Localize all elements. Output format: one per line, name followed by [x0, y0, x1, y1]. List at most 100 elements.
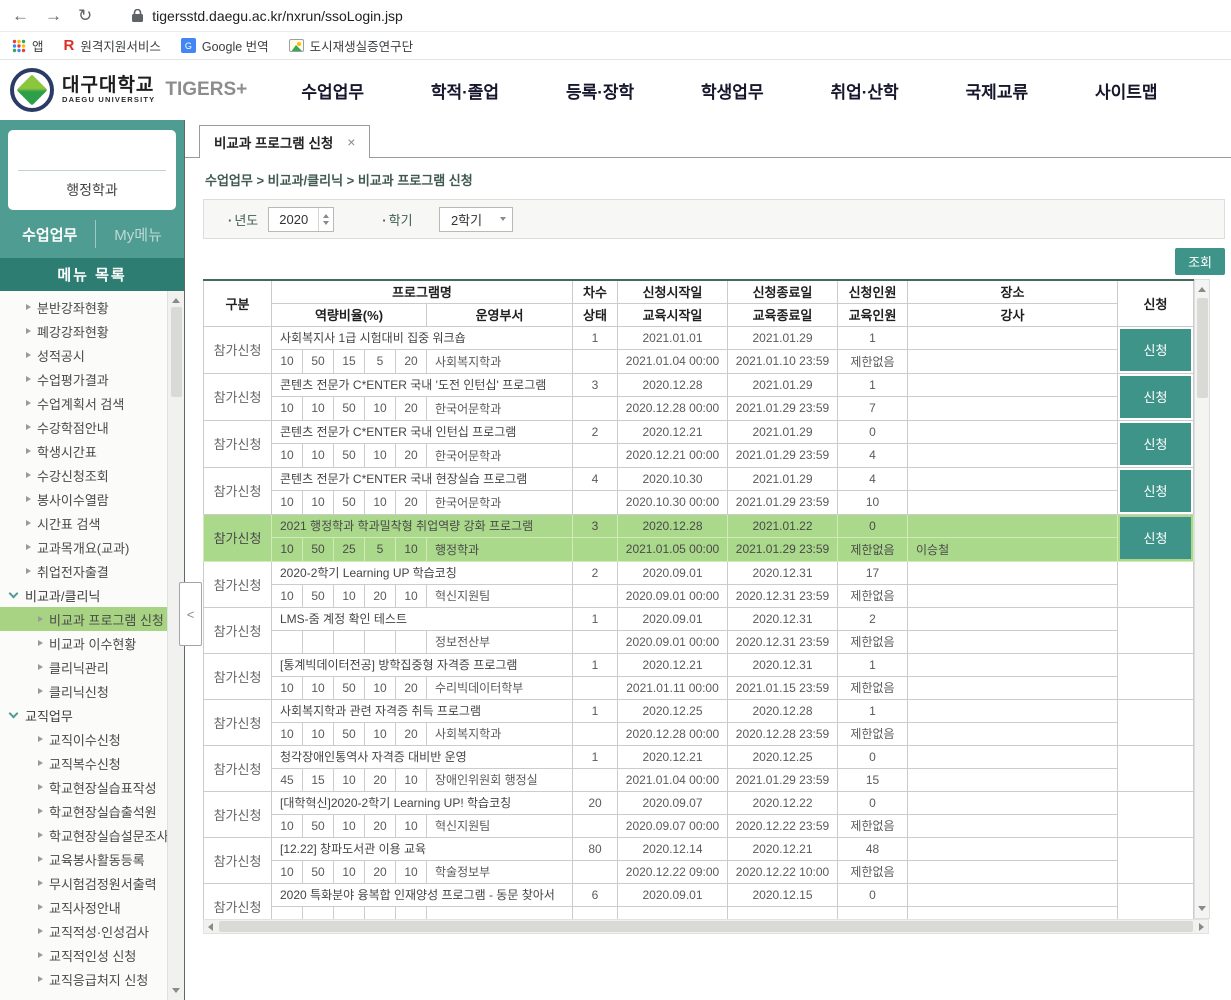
reload-icon[interactable]: ↻: [78, 6, 92, 26]
table-row[interactable]: 1010501020사회복지학과2020.12.28 00:002020.12.…: [204, 722, 1194, 745]
table-row[interactable]: 참가신청LMS-줌 계정 확인 테스트12020.09.012020.12.31…: [204, 607, 1194, 630]
scroll-thumb[interactable]: [1197, 298, 1208, 398]
table-row[interactable]: 참가신청[통계빅데이터전공] 방학집중형 자격증 프로그램12020.12.21…: [204, 653, 1194, 676]
scroll-left-icon[interactable]: [208, 923, 213, 931]
sidebar-item-8[interactable]: 봉사이수열람: [0, 487, 167, 511]
lock-icon: [132, 9, 143, 22]
sidebar-item-15[interactable]: 클리닉관리: [0, 655, 167, 679]
sidebar-item-16[interactable]: 클리닉신청: [0, 679, 167, 703]
semester-select[interactable]: 2학기: [439, 207, 513, 232]
apply-button[interactable]: 신청: [1120, 470, 1191, 512]
sidebar-item-5[interactable]: 수강학점안내: [0, 415, 167, 439]
table-row[interactable]: 105015520사회복지학과2021.01.04 00:002021.01.1…: [204, 350, 1194, 374]
sidebar-collapse-handle[interactable]: <: [179, 582, 202, 646]
table-row[interactable]: 참가신청[12.22] 창파도서관 이용 교육802020.12.142020.…: [204, 837, 1194, 860]
sidebar-item-21[interactable]: 학교현장실습출석원: [0, 799, 167, 823]
sidebar-item-3[interactable]: 수업평가결과: [0, 367, 167, 391]
cell-edu-end: 2020.12.22 23:59: [728, 814, 838, 837]
table-row[interactable]: 1010501020한국어문학과2020.12.21 00:002021.01.…: [204, 444, 1194, 468]
address-bar[interactable]: tigersstd.daegu.ac.kr/nxrun/ssoLogin.jsp: [132, 8, 403, 24]
sidebar-item-17[interactable]: 교직업무: [0, 703, 167, 727]
spin-up-icon[interactable]: [323, 214, 329, 218]
sidebar-tab-work[interactable]: 수업업무: [22, 224, 77, 245]
spin-down-icon[interactable]: [323, 221, 329, 225]
sidebar-item-7[interactable]: 수강신청조회: [0, 463, 167, 487]
apply-button[interactable]: 신청: [1120, 329, 1191, 371]
nav-item-2[interactable]: 등록·장학: [566, 78, 634, 103]
bookmark-1[interactable]: R원격지원서비스: [64, 36, 161, 55]
university-logo[interactable]: 대구대학교 DAEGU UNIVERSITY TIGERS+: [0, 68, 248, 112]
back-icon[interactable]: ←: [12, 6, 29, 26]
forward-icon[interactable]: →: [45, 6, 62, 26]
sidebar-item-25[interactable]: 교직사정안내: [0, 895, 167, 919]
sidebar-item-13[interactable]: 비교과 프로그램 신청: [0, 607, 167, 631]
sidebar-item-18[interactable]: 교직이수신청: [0, 727, 167, 751]
sidebar-item-27[interactable]: 교직적인성 신청: [0, 943, 167, 967]
table-row[interactable]: 1010501020한국어문학과2020.10.30 00:002021.01.…: [204, 491, 1194, 515]
apply-button[interactable]: 신청: [1120, 423, 1191, 465]
scroll-up-icon[interactable]: [172, 298, 180, 303]
sidebar-item-28[interactable]: 교직응급처지 신청: [0, 967, 167, 991]
sidebar-item-22[interactable]: 학교현장실습설문조사: [0, 823, 167, 847]
sidebar-item-23[interactable]: 교육봉사활동등록: [0, 847, 167, 871]
nav-item-3[interactable]: 학생업무: [701, 78, 764, 103]
sidebar-item-0[interactable]: 분반강좌현황: [0, 295, 167, 319]
sidebar-item-6[interactable]: 학생시간표: [0, 439, 167, 463]
nav-item-0[interactable]: 수업업무: [301, 78, 364, 103]
bookmark-3[interactable]: 도시재생실증연구단: [289, 36, 414, 55]
table-row[interactable]: 참가신청콘텐츠 전문가 C*ENTER 국내 현장실습 프로그램42020.10…: [204, 467, 1194, 491]
apply-button[interactable]: 신청: [1120, 517, 1191, 559]
table-row[interactable]: [204, 906, 1194, 919]
nav-item-1[interactable]: 학적·졸업: [431, 78, 499, 103]
year-spinner[interactable]: [318, 208, 333, 231]
apply-button[interactable]: 신청: [1120, 376, 1191, 418]
table-row[interactable]: 1050102010학술정보부2020.12.22 09:002020.12.2…: [204, 860, 1194, 883]
table-row[interactable]: 참가신청2020-2학기 Learning UP 학습코칭22020.09.01…: [204, 561, 1194, 584]
sidebar-item-9[interactable]: 시간표 검색: [0, 511, 167, 535]
scroll-down-icon[interactable]: [1198, 906, 1206, 911]
sidebar-item-1[interactable]: 폐강강좌현황: [0, 319, 167, 343]
table-row[interactable]: 정보전산부2020.09.01 00:002020.12.31 23:59제한없…: [204, 630, 1194, 653]
table-row[interactable]: 4515102010장애인위원회 행정실2021.01.04 00:002021…: [204, 768, 1194, 791]
sidebar-item-11[interactable]: 취업전자출결: [0, 559, 167, 583]
table-row[interactable]: 1050102010혁신지원팀2020.09.07 00:002020.12.2…: [204, 814, 1194, 837]
table-row[interactable]: 참가신청2020 특화분야 융복합 인재양성 프로그램 - 동문 찾아서6202…: [204, 883, 1194, 906]
sidebar-item-14[interactable]: 비교과 이수현황: [0, 631, 167, 655]
sidebar-item-19[interactable]: 교직복수신청: [0, 751, 167, 775]
nav-item-4[interactable]: 취업·산학: [830, 78, 898, 103]
table-row[interactable]: 참가신청청각장애인통역사 자격증 대비반 운영12020.12.212020.1…: [204, 745, 1194, 768]
table-row[interactable]: 105025510행정학과2021.01.05 00:002021.01.29 …: [204, 538, 1194, 562]
scroll-right-icon[interactable]: [1199, 923, 1204, 931]
scroll-up-icon[interactable]: [1198, 287, 1206, 292]
table-horizontal-scrollbar[interactable]: [203, 919, 1209, 934]
table-row[interactable]: 참가신청콘텐츠 전문가 C*ENTER 국내 인턴십 프로그램22020.12.…: [204, 420, 1194, 444]
table-row[interactable]: 참가신청사회복지학과 관련 자격증 취득 프로그램12020.12.252020…: [204, 699, 1194, 722]
sidebar-item-26[interactable]: 교직적성·인성검사: [0, 919, 167, 943]
sidebar-item-2[interactable]: 성적공시: [0, 343, 167, 367]
table-row[interactable]: 1050102010혁신지원팀2020.09.01 00:002020.12.3…: [204, 584, 1194, 607]
nav-item-5[interactable]: 국제교류: [966, 78, 1029, 103]
sidebar-item-20[interactable]: 학교현장실습표작성: [0, 775, 167, 799]
scroll-thumb[interactable]: [219, 921, 1193, 932]
sidebar-item-24[interactable]: 무시험검정원서출력: [0, 871, 167, 895]
table-row[interactable]: 참가신청[대학혁신]2020-2학기 Learning UP! 학습코칭2020…: [204, 791, 1194, 814]
nav-item-6[interactable]: 사이트맵: [1095, 78, 1158, 103]
table-row[interactable]: 참가신청콘텐츠 전문가 C*ENTER 국내 '도전 인턴십' 프로그램3202…: [204, 373, 1194, 397]
bookmark-0[interactable]: 앱: [12, 36, 44, 55]
table-vertical-scrollbar[interactable]: [1194, 279, 1210, 919]
scroll-down-icon[interactable]: [172, 988, 180, 993]
year-input[interactable]: 2020: [268, 207, 334, 232]
table-row[interactable]: 참가신청사회복지사 1급 시험대비 집중 워크숍12021.01.012021.…: [204, 326, 1194, 350]
sidebar-item-12[interactable]: 비교과/클리닉: [0, 583, 167, 607]
sidebar-item-10[interactable]: 교과목개요(교과): [0, 535, 167, 559]
scroll-thumb[interactable]: [171, 307, 182, 397]
tab-noncurricular-apply[interactable]: 비교과 프로그램 신청 ×: [199, 125, 370, 158]
sidebar-tab-mymenu[interactable]: My메뉴: [114, 224, 162, 245]
table-row[interactable]: 1010501020한국어문학과2020.12.28 00:002021.01.…: [204, 397, 1194, 421]
tab-close-icon[interactable]: ×: [347, 134, 355, 150]
table-row[interactable]: 참가신청2021 행정학과 학과밀착형 취업역량 강화 프로그램32020.12…: [204, 514, 1194, 538]
search-button[interactable]: 조회: [1175, 248, 1225, 275]
sidebar-item-4[interactable]: 수업계획서 검색: [0, 391, 167, 415]
table-row[interactable]: 1010501020수리빅데이터학부2021.01.11 00:002021.0…: [204, 676, 1194, 699]
bookmark-2[interactable]: GGoogle 번역: [181, 36, 269, 55]
